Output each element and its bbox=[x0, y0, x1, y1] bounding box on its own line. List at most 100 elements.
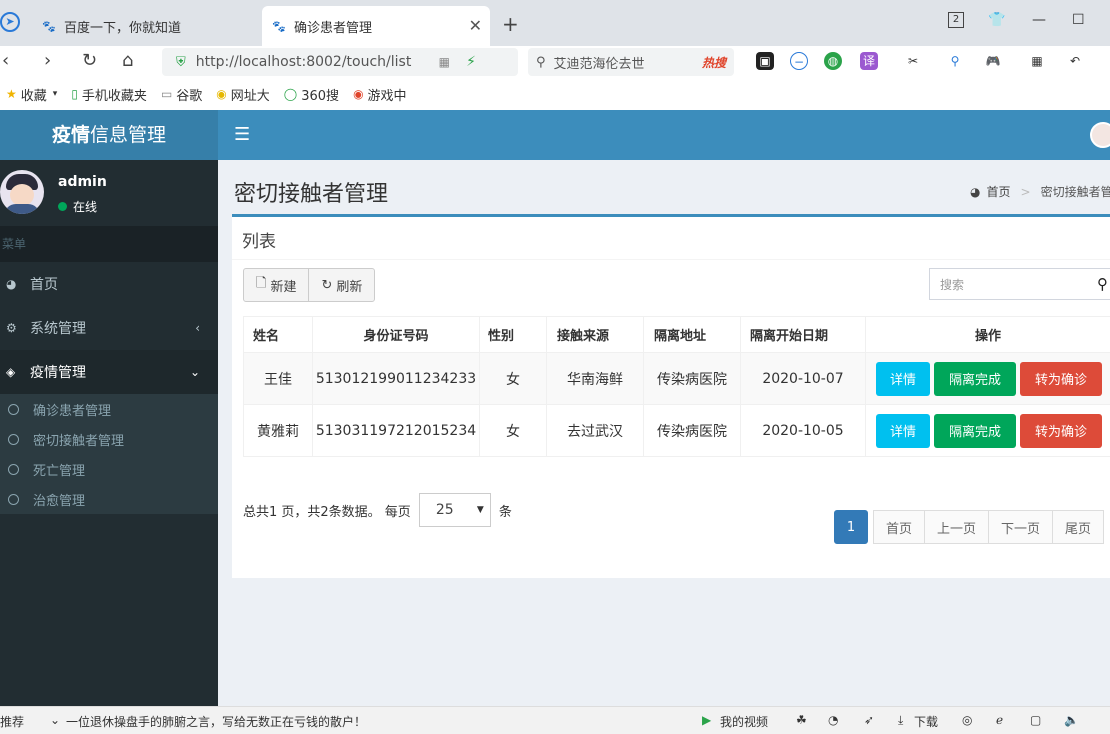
translate-icon[interactable]: 译 bbox=[860, 52, 878, 70]
sidebar-item-home[interactable]: ◕ 首页 bbox=[0, 262, 218, 306]
minus-circle-icon[interactable]: − bbox=[790, 52, 808, 70]
app-logo[interactable]: 疫情信息管理 bbox=[0, 110, 218, 160]
address-bar-row: ‹ › ↻ ⌂ ⛨ http://localhost:8002/touch/li… bbox=[0, 46, 1110, 78]
volume-icon[interactable]: 🔈 bbox=[1064, 713, 1079, 727]
page-current[interactable]: 1 bbox=[834, 510, 868, 544]
download-link[interactable]: 下载 bbox=[914, 713, 938, 730]
search-icon[interactable]: ⚲ bbox=[1097, 275, 1108, 293]
chevron-down-icon[interactable]: ⌄ bbox=[50, 713, 60, 727]
undo-icon[interactable]: ↶ bbox=[1066, 52, 1084, 70]
minimize-icon[interactable]: — bbox=[1032, 12, 1046, 28]
chat-icon[interactable]: ◍ bbox=[824, 52, 842, 70]
pagination: 1 首页 上一页 下一页 尾页 bbox=[834, 510, 1105, 544]
convert-confirmed-button[interactable]: 转为确诊 bbox=[1020, 413, 1102, 448]
page-first[interactable]: 首页 bbox=[873, 510, 926, 544]
tab-label: 百度一下，你就知道 bbox=[64, 20, 182, 36]
game-icon: ◉ bbox=[353, 87, 364, 101]
menu-toggle-icon[interactable]: ☰ bbox=[234, 124, 250, 145]
lightning-icon[interactable]: ⚡ bbox=[466, 54, 476, 70]
sidebar-item-system[interactable]: ⚙ 系统管理 ‹ bbox=[0, 306, 218, 350]
status-left-text: 推荐 bbox=[0, 715, 25, 729]
search-placeholder: 搜索 bbox=[940, 277, 965, 292]
convert-confirmed-button[interactable]: 转为确诊 bbox=[1020, 361, 1102, 396]
shirt-icon[interactable]: 👕 bbox=[988, 12, 1005, 28]
cell-sex: 女 bbox=[479, 404, 547, 457]
gamepad-icon[interactable]: ◎ bbox=[962, 713, 972, 727]
grid-icon[interactable]: ▦ bbox=[1028, 52, 1046, 70]
magnifier-icon[interactable]: ⚲ bbox=[946, 52, 964, 70]
home-icon[interactable]: ⌂ bbox=[122, 50, 133, 71]
bookmark-favorites[interactable]: ★ 收藏 ▾ bbox=[6, 85, 57, 104]
submenu-item-deaths[interactable]: 死亡管理 bbox=[0, 454, 218, 484]
browser-tab-bar: ➤ 🐾 百度一下，你就知道 🐾 确诊患者管理 ✕ + 2 👕 — ☐ bbox=[0, 0, 1110, 46]
status-news[interactable]: 一位退休操盘手的肺腑之言，写给无数正在亏钱的散户！ bbox=[66, 713, 366, 730]
cell-address: 传染病医院 bbox=[643, 352, 741, 405]
page-next[interactable]: 下一页 bbox=[988, 510, 1054, 544]
search-input[interactable]: 搜索 ⚲ bbox=[929, 268, 1110, 300]
bookmark-mobile[interactable]: ▯ 手机收藏夹 bbox=[71, 85, 147, 104]
tab-count-badge[interactable]: 2 bbox=[948, 12, 964, 28]
column-header[interactable]: 隔离地址 bbox=[643, 316, 741, 353]
cell-id: 513012199011234233 bbox=[312, 352, 480, 405]
isolation-done-button[interactable]: 隔离完成 bbox=[934, 361, 1016, 396]
column-header[interactable]: 姓名 bbox=[243, 316, 313, 353]
column-header[interactable]: 隔离开始日期 bbox=[740, 316, 866, 353]
column-header[interactable]: 身份证号码 bbox=[312, 316, 480, 353]
submenu-label: 确诊患者管理 bbox=[33, 403, 112, 419]
speed-icon[interactable]: ◔ bbox=[828, 713, 838, 727]
my-video-link[interactable]: 我的视频 bbox=[720, 713, 768, 730]
detail-button[interactable]: 详情 bbox=[876, 413, 930, 448]
submenu-item-cured[interactable]: 治愈管理 bbox=[0, 484, 218, 514]
qr-icon[interactable]: ▦ bbox=[439, 55, 450, 69]
reload-icon[interactable]: ↻ bbox=[82, 50, 97, 71]
breadcrumb-home[interactable]: 首页 bbox=[986, 183, 1010, 200]
page-size-select[interactable]: 25 ▼ bbox=[418, 493, 491, 527]
new-tab-icon[interactable]: + bbox=[502, 12, 519, 36]
gamepad-icon[interactable]: 🎮 bbox=[984, 52, 1002, 70]
user-avatar-top[interactable] bbox=[1090, 122, 1110, 148]
ie-icon[interactable]: ℯ bbox=[996, 713, 1003, 727]
sidebar-item-epidemic[interactable]: ◈ 疫情管理 ⌄ bbox=[0, 350, 218, 394]
window-icon[interactable]: ▢ bbox=[1030, 713, 1041, 727]
refresh-button[interactable]: ↻ 刷新 bbox=[308, 269, 374, 301]
rocket-icon[interactable]: ➶ bbox=[864, 713, 874, 727]
tab-current[interactable]: 🐾 确诊患者管理 ✕ bbox=[262, 6, 490, 46]
back-icon[interactable]: ‹ bbox=[2, 50, 9, 71]
bookmark-label: 网址大 bbox=[230, 88, 270, 104]
user-panel: admin 在线 bbox=[0, 160, 218, 226]
bookmark-label: 收藏 bbox=[20, 88, 47, 104]
tab-baidu[interactable]: 🐾 百度一下，你就知道 bbox=[36, 6, 258, 46]
search-icon: ⚲ bbox=[536, 54, 546, 70]
bookmark-games[interactable]: ◉ 游戏中 bbox=[353, 85, 407, 104]
bookmark-sites[interactable]: ◉ 网址大 bbox=[216, 85, 270, 104]
column-header[interactable]: 接触来源 bbox=[546, 316, 644, 353]
download-icon: ⤓ bbox=[898, 713, 904, 727]
browser-search-field[interactable]: ⚲ 艾迪范海伦去世 热搜 bbox=[528, 48, 734, 76]
page-last[interactable]: 尾页 bbox=[1052, 510, 1105, 544]
cell-name: 黄雅莉 bbox=[243, 404, 313, 457]
leaf-icon[interactable]: ☘ bbox=[796, 713, 807, 727]
isolation-done-button[interactable]: 隔离完成 bbox=[934, 413, 1016, 448]
url-field[interactable]: ⛨ http://localhost:8002/touch/list ▦ ⚡ bbox=[162, 48, 518, 76]
forward-icon[interactable]: › bbox=[44, 50, 51, 71]
maximize-icon[interactable]: ☐ bbox=[1072, 12, 1085, 28]
page-prev[interactable]: 上一页 bbox=[924, 510, 990, 544]
table-header-row: 姓名 身份证号码 性别 接触来源 隔离地址 隔离开始日期 操作 bbox=[243, 316, 1110, 353]
detail-button[interactable]: 详情 bbox=[876, 361, 930, 396]
column-header[interactable]: 性别 bbox=[479, 316, 547, 353]
sidebar: admin 在线 菜单 ◕ 首页 ⚙ 系统管理 ‹ ◈ 疫情管理 ⌄ 确诊患者管… bbox=[0, 160, 218, 706]
bookmarks-bar: ★ 收藏 ▾ ▯ 手机收藏夹 ▭ 谷歌 ◉ 网址大 ◯ 360搜 ◉ 游戏中 bbox=[0, 78, 1110, 110]
hot-search-label[interactable]: 热搜 bbox=[702, 54, 726, 71]
page-icon: ▭ bbox=[160, 87, 173, 101]
submenu-item-contacts[interactable]: 密切接触者管理 bbox=[0, 424, 218, 454]
bookmark-360[interactable]: ◯ 360搜 bbox=[284, 85, 339, 104]
extension-icon[interactable]: ▣ bbox=[756, 52, 774, 70]
status-text: 在线 bbox=[73, 200, 98, 214]
close-tab-icon[interactable]: ✕ bbox=[469, 16, 482, 35]
bookmark-label: 游戏中 bbox=[367, 88, 407, 104]
epidemic-submenu: 确诊患者管理 密切接触者管理 死亡管理 治愈管理 bbox=[0, 394, 218, 514]
new-button[interactable]: 🗋 新建 bbox=[244, 269, 308, 301]
scissors-icon[interactable]: ✂ bbox=[904, 52, 922, 70]
bookmark-google[interactable]: ▭ 谷歌 bbox=[161, 85, 202, 104]
submenu-item-confirmed[interactable]: 确诊患者管理 bbox=[0, 394, 218, 424]
